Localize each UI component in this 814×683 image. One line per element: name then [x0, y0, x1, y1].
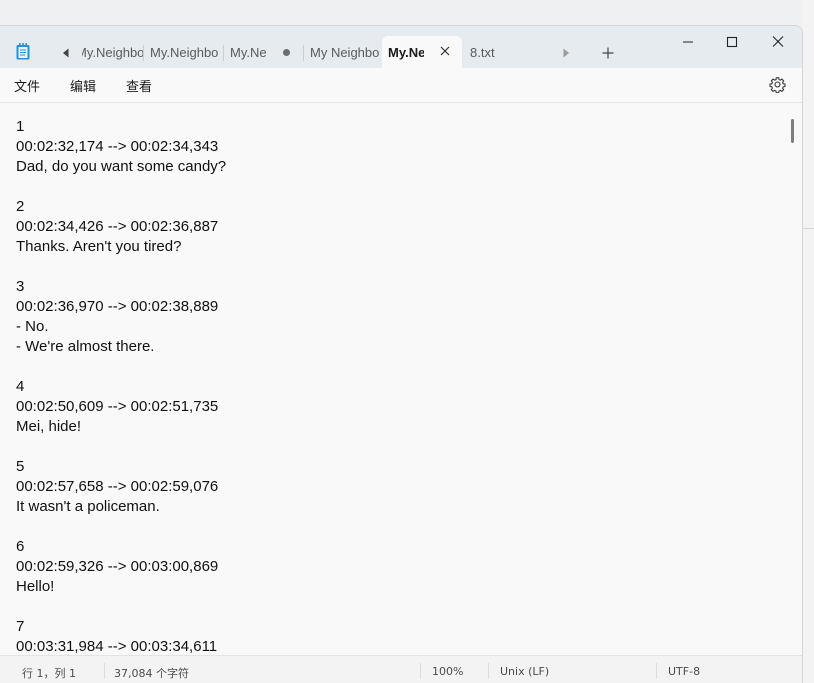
- text-line: 00:02:50,609 --> 00:02:51,735: [16, 398, 219, 415]
- text-line: 2: [16, 198, 25, 215]
- gear-icon[interactable]: [769, 76, 786, 93]
- text-line: 00:03:31,984 --> 00:03:34,611: [16, 638, 218, 655]
- tab-5-active[interactable]: My.Ne: [382, 36, 462, 68]
- tab-label: My.Neighbo: [150, 44, 219, 60]
- text-line: [16, 597, 776, 617]
- tab-2[interactable]: My.Neighbo: [144, 36, 224, 68]
- text-line: It wasn't a policeman.: [16, 498, 160, 515]
- notepad-icon: [16, 43, 30, 60]
- tab-4[interactable]: My Neighbo: [304, 36, 382, 68]
- text-line: - No.: [16, 318, 49, 335]
- tab-3[interactable]: My.Ne: [224, 36, 304, 68]
- maximize-icon[interactable]: [720, 34, 744, 50]
- text-line: 3: [16, 278, 25, 295]
- caret-left-icon: [63, 48, 69, 58]
- minimize-icon[interactable]: [676, 34, 700, 50]
- text-line: 6: [16, 538, 25, 555]
- close-icon[interactable]: [766, 34, 790, 50]
- text-line: 00:02:57,658 --> 00:02:59,076: [16, 478, 219, 495]
- tab-label: My.Ne: [230, 44, 267, 60]
- text-line: [16, 437, 776, 457]
- background-divider: [802, 228, 814, 229]
- text-line: Dad, do you want some candy?: [16, 158, 227, 175]
- tab-label: My Neighbo: [310, 44, 380, 60]
- plus-icon[interactable]: [600, 45, 616, 61]
- tab-label: My.Ne: [388, 44, 424, 60]
- status-divider: [104, 663, 105, 679]
- character-count: 37,084 个字符: [114, 667, 189, 680]
- text-line: 00:02:59,326 --> 00:03:00,869: [16, 558, 219, 575]
- status-divider: [656, 663, 657, 679]
- menu-bar: 文件 编辑 查看: [0, 68, 802, 103]
- text-line: 4: [16, 378, 25, 395]
- vertical-scrollbar-thumb[interactable]: [791, 119, 794, 143]
- text-editor[interactable]: 1 00:02:32,174 --> 00:02:34,343 Dad, do yo…: [0, 103, 802, 655]
- caret-right-icon: [563, 48, 569, 58]
- line-ending[interactable]: Unix (LF): [500, 665, 549, 678]
- text-line: [16, 357, 776, 377]
- text-line: Hello!: [16, 578, 55, 595]
- text-line: 5: [16, 458, 25, 475]
- text-line: [16, 177, 776, 197]
- tab-scroll-left-button[interactable]: [56, 45, 76, 61]
- status-bar: 行 1，列 1 37,084 个字符 100% Unix (LF) UTF-8: [0, 655, 802, 683]
- title-bar[interactable]: My.Neighbo My.Neighbo My.Ne My Neighbo M…: [0, 26, 802, 68]
- zoom-level[interactable]: 100%: [432, 665, 463, 678]
- notepad-window: My.Neighbo My.Neighbo My.Ne My Neighbo M…: [0, 26, 802, 683]
- text-line: Mei, hide!: [16, 418, 82, 435]
- status-divider: [420, 663, 421, 679]
- text-line: 00:02:36,970 --> 00:02:38,889: [16, 298, 219, 315]
- text-line: 7: [16, 618, 25, 635]
- text-line: [16, 517, 776, 537]
- text-line: - We're almost there.: [16, 338, 155, 355]
- editor-text[interactable]: 1 00:02:32,174 --> 00:02:34,343 Dad, do yo…: [16, 117, 776, 655]
- encoding[interactable]: UTF-8: [668, 665, 700, 678]
- tab-label: 8.txt: [470, 44, 495, 60]
- tab-1[interactable]: My.Neighbo: [82, 36, 144, 68]
- cursor-position: 行 1，列 1: [22, 667, 76, 680]
- close-tab-icon[interactable]: [438, 44, 452, 58]
- menu-file[interactable]: 文件: [14, 76, 40, 95]
- text-line: Thanks. Aren't you tired?: [16, 238, 182, 255]
- tab-6[interactable]: 8.txt: [464, 36, 544, 68]
- tab-label: My.Neighbo: [82, 44, 144, 60]
- background-app-strip: [802, 0, 814, 683]
- text-line: [16, 257, 776, 277]
- tab-scroll-right-button[interactable]: [556, 45, 576, 61]
- text-line: 00:02:32,174 --> 00:02:34,343: [16, 138, 219, 155]
- text-line: 1: [16, 118, 25, 135]
- unsaved-dot-icon: [283, 49, 290, 56]
- menu-view[interactable]: 查看: [126, 76, 152, 95]
- menu-edit[interactable]: 编辑: [70, 76, 96, 95]
- text-line: 00:02:34,426 --> 00:02:36,887: [16, 218, 219, 235]
- status-divider: [488, 663, 489, 679]
